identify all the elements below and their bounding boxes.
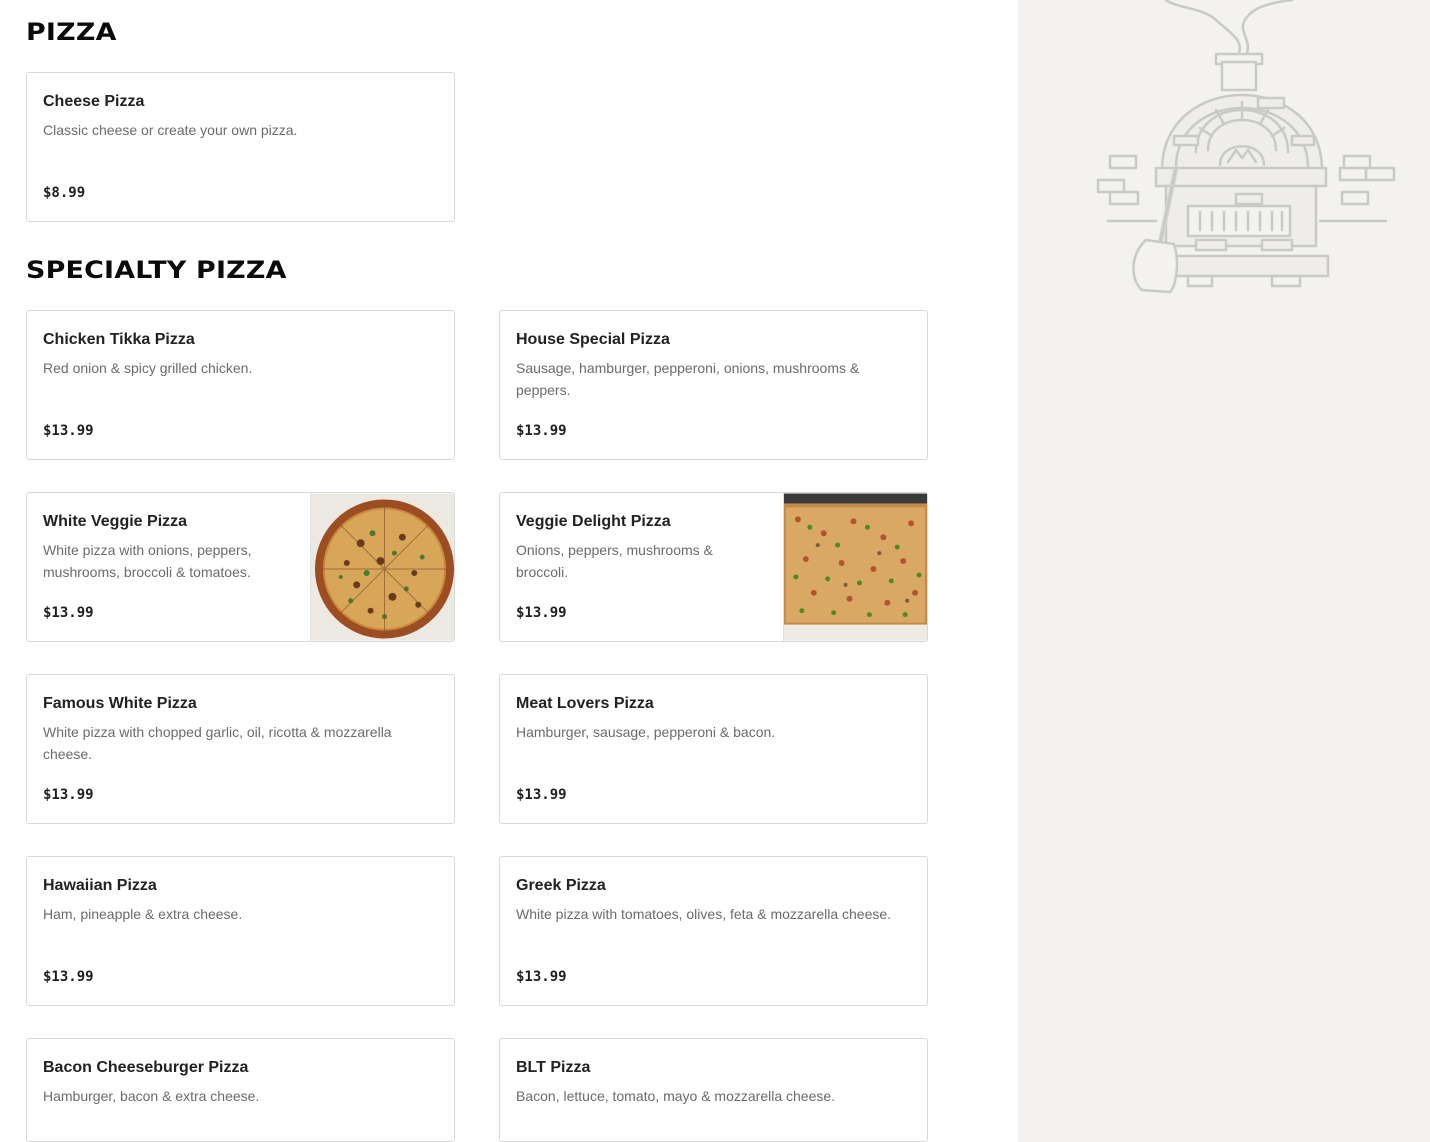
section-title-pizza: PIZZA <box>26 18 117 46</box>
menu-item-card[interactable]: Chicken Tikka Pizza Red onion & spicy gr… <box>26 310 455 460</box>
item-price: $13.99 <box>516 969 567 985</box>
item-price: $13.99 <box>43 969 94 985</box>
section-title-specialty-pizza: SPECIALTY PIZZA <box>26 256 287 284</box>
item-description: Classic cheese or create your own pizza. <box>43 122 298 138</box>
item-price: $8.99 <box>43 185 86 201</box>
sidebar-panel <box>1018 0 1430 1142</box>
item-description: Sausage, hamburger, pepperoni, onions, m… <box>516 360 860 398</box>
menu-item-card[interactable]: BLT Pizza Bacon, lettuce, tomato, mayo &… <box>499 1038 928 1142</box>
item-description: Onions, peppers, mushrooms & broccoli. <box>516 542 713 580</box>
item-price: $13.99 <box>516 787 567 803</box>
item-price: $13.99 <box>43 605 94 621</box>
item-price: $13.99 <box>516 605 567 621</box>
item-description: Hamburger, bacon & extra cheese. <box>43 1088 260 1104</box>
menu-item-card[interactable]: White Veggie Pizza White pizza with onio… <box>26 492 455 642</box>
item-name: House Special Pizza <box>516 331 670 348</box>
item-price: $13.99 <box>516 423 567 439</box>
item-name: Bacon Cheeseburger Pizza <box>43 1059 249 1076</box>
menu-item-card[interactable]: Veggie Delight Pizza Onions, peppers, mu… <box>499 492 928 642</box>
item-description: Bacon, lettuce, tomato, mayo & mozzarell… <box>516 1088 836 1104</box>
section-pizza-items: Cheese Pizza Classic cheese or create yo… <box>26 72 455 222</box>
menu-item-card[interactable]: Cheese Pizza Classic cheese or create yo… <box>26 72 455 222</box>
item-description: Hamburger, sausage, pepperoni & bacon. <box>516 724 776 740</box>
item-name: Hawaiian Pizza <box>43 877 157 894</box>
item-name: Veggie Delight Pizza <box>516 513 671 530</box>
square-pizza-photo <box>783 493 927 641</box>
item-name: BLT Pizza <box>516 1059 591 1076</box>
item-description: White pizza with chopped garlic, oil, ri… <box>43 724 392 762</box>
item-price: $13.99 <box>43 787 94 803</box>
item-name: White Veggie Pizza <box>43 513 188 530</box>
item-description: Red onion & spicy grilled chicken. <box>43 360 253 376</box>
round-pizza-photo <box>310 493 454 641</box>
item-description: Ham, pineapple & extra cheese. <box>43 906 243 922</box>
item-description: White pizza with tomatoes, olives, feta … <box>516 906 892 922</box>
menu-item-card[interactable]: Bacon Cheeseburger Pizza Hamburger, baco… <box>26 1038 455 1142</box>
section-specialty-items: Chicken Tikka Pizza Red onion & spicy gr… <box>26 310 928 1142</box>
item-name: Greek Pizza <box>516 877 606 894</box>
pizza-oven-illustration <box>1096 0 1396 294</box>
page: PIZZA Cheese Pizza Classic cheese or cre… <box>0 0 1430 1142</box>
menu-item-card[interactable]: House Special Pizza Sausage, hamburger, … <box>499 310 928 460</box>
item-price: $13.99 <box>43 423 94 439</box>
item-name: Chicken Tikka Pizza <box>43 331 195 348</box>
item-name: Meat Lovers Pizza <box>516 695 654 712</box>
item-description: White pizza with onions, peppers, mushro… <box>43 542 252 580</box>
menu-item-card[interactable]: Greek Pizza White pizza with tomatoes, o… <box>499 856 928 1006</box>
menu-item-card[interactable]: Hawaiian Pizza Ham, pineapple & extra ch… <box>26 856 455 1006</box>
menu-item-card[interactable]: Meat Lovers Pizza Hamburger, sausage, pe… <box>499 674 928 824</box>
item-name: Cheese Pizza <box>43 93 145 110</box>
item-name: Famous White Pizza <box>43 695 197 712</box>
menu-item-card[interactable]: Famous White Pizza White pizza with chop… <box>26 674 455 824</box>
